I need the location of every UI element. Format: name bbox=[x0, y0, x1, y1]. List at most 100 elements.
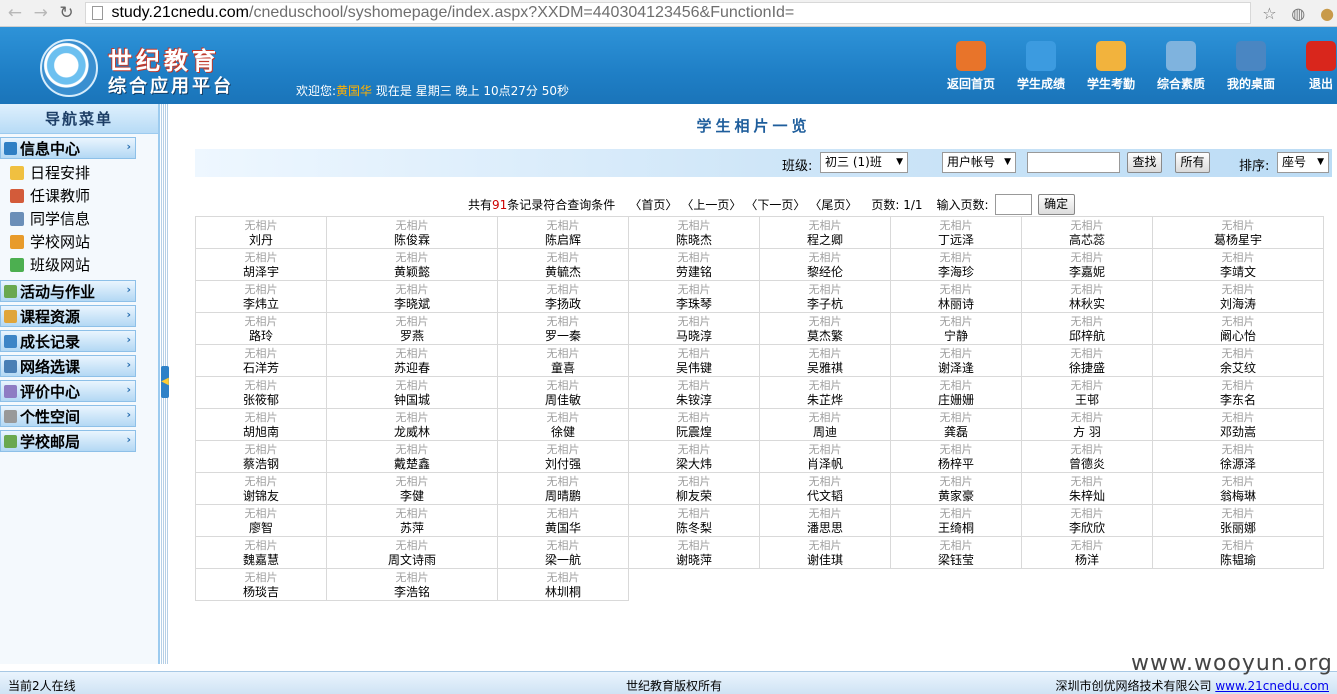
student-cell[interactable]: 无相片 龚磊 bbox=[890, 408, 1022, 441]
student-cell[interactable]: 无相片 李嘉妮 bbox=[1021, 248, 1153, 281]
student-cell[interactable]: 无相片 魏嘉慧 bbox=[195, 536, 327, 569]
student-cell[interactable]: 无相片 陈韫瑜 bbox=[1152, 536, 1324, 569]
page-number-input[interactable] bbox=[994, 194, 1032, 215]
student-cell[interactable]: 无相片 李子杭 bbox=[759, 280, 891, 313]
nav-quality[interactable]: 综合素质 bbox=[1148, 41, 1214, 92]
nav-power[interactable]: 退出 bbox=[1288, 41, 1337, 92]
student-name[interactable]: 朱铵淳 bbox=[629, 393, 759, 408]
student-name[interactable]: 魏嘉慧 bbox=[196, 553, 326, 568]
student-cell[interactable]: 无相片 李晓斌 bbox=[326, 280, 498, 313]
student-name[interactable]: 刘丹 bbox=[196, 233, 326, 248]
student-cell[interactable]: 无相片 谢锦友 bbox=[195, 472, 327, 505]
student-name[interactable]: 邓劲嵩 bbox=[1153, 425, 1323, 440]
student-cell[interactable]: 无相片 阮震煌 bbox=[628, 408, 760, 441]
student-name[interactable]: 莫杰繁 bbox=[760, 329, 890, 344]
student-name[interactable]: 龙威林 bbox=[327, 425, 497, 440]
student-cell[interactable]: 无相片 邓劲嵩 bbox=[1152, 408, 1324, 441]
student-cell[interactable]: 无相片 路玲 bbox=[195, 312, 327, 345]
student-cell[interactable]: 无相片 胡旭南 bbox=[195, 408, 327, 441]
student-name[interactable]: 徐捷盛 bbox=[1022, 361, 1152, 376]
student-name[interactable]: 周佳敏 bbox=[498, 393, 628, 408]
first-page-link[interactable]: 〈首页〉 bbox=[629, 196, 677, 213]
student-name[interactable]: 龚磊 bbox=[891, 425, 1021, 440]
student-name[interactable]: 吴伟键 bbox=[629, 361, 759, 376]
student-name[interactable]: 黄颖懿 bbox=[327, 265, 497, 280]
student-cell[interactable]: 无相片 周文诗雨 bbox=[326, 536, 498, 569]
back-arrow-icon[interactable]: ← bbox=[4, 2, 26, 24]
student-cell[interactable]: 无相片 张丽娜 bbox=[1152, 504, 1324, 537]
student-name[interactable]: 徐健 bbox=[498, 425, 628, 440]
student-cell[interactable]: 无相片 李欣欣 bbox=[1021, 504, 1153, 537]
student-cell[interactable]: 无相片 李炜立 bbox=[195, 280, 327, 313]
student-cell[interactable]: 无相片 李浩铭 bbox=[326, 568, 498, 601]
nav-home[interactable]: 返回首页 bbox=[938, 41, 1004, 92]
student-cell[interactable]: 无相片 高芯蕊 bbox=[1021, 216, 1153, 249]
student-name[interactable]: 谢锦友 bbox=[196, 489, 326, 504]
student-cell[interactable]: 无相片 徐源泽 bbox=[1152, 440, 1324, 473]
student-cell[interactable]: 无相片 廖智 bbox=[195, 504, 327, 537]
student-cell[interactable]: 无相片 梁钰莹 bbox=[890, 536, 1022, 569]
goto-page-button[interactable]: 确定 bbox=[1037, 194, 1075, 215]
student-cell[interactable]: 无相片 朱铵淳 bbox=[628, 376, 760, 409]
student-cell[interactable]: 无相片 徐健 bbox=[497, 408, 629, 441]
student-cell[interactable]: 无相片 林秋实 bbox=[1021, 280, 1153, 313]
student-cell[interactable]: 无相片 刘付强 bbox=[497, 440, 629, 473]
student-cell[interactable]: 无相片 陈冬梨 bbox=[628, 504, 760, 537]
student-cell[interactable]: 无相片 黄家豪 bbox=[890, 472, 1022, 505]
student-cell[interactable]: 无相片 黄国华 bbox=[497, 504, 629, 537]
student-cell[interactable]: 无相片 肖泽帆 bbox=[759, 440, 891, 473]
student-cell[interactable]: 无相片 柳友荣 bbox=[628, 472, 760, 505]
student-name[interactable]: 余艾纹 bbox=[1153, 361, 1323, 376]
collapse-sidebar-icon[interactable]: ◀ bbox=[161, 366, 169, 398]
student-name[interactable]: 钟国城 bbox=[327, 393, 497, 408]
student-name[interactable]: 王邨 bbox=[1022, 393, 1152, 408]
student-cell[interactable]: 无相片 莫杰繁 bbox=[759, 312, 891, 345]
student-cell[interactable]: 无相片 蔡浩钢 bbox=[195, 440, 327, 473]
student-name[interactable]: 刘付强 bbox=[498, 457, 628, 472]
student-cell[interactable]: 无相片 梁大炜 bbox=[628, 440, 760, 473]
globe-icon[interactable]: ◍ bbox=[1288, 3, 1308, 23]
nav-desktop[interactable]: 我的桌面 bbox=[1218, 41, 1284, 92]
address-bar[interactable]: study.21cnedu.com/cneduschool/syshomepag… bbox=[85, 2, 1251, 24]
student-cell[interactable]: 无相片 李靖文 bbox=[1152, 248, 1324, 281]
student-cell[interactable]: 无相片 马晓淳 bbox=[628, 312, 760, 345]
student-name[interactable]: 丁远泽 bbox=[891, 233, 1021, 248]
student-cell[interactable]: 无相片 葛杨星宇 bbox=[1152, 216, 1324, 249]
student-cell[interactable]: 无相片 钟国城 bbox=[326, 376, 498, 409]
student-name[interactable]: 梁大炜 bbox=[629, 457, 759, 472]
student-cell[interactable]: 无相片 周迪 bbox=[759, 408, 891, 441]
student-cell[interactable]: 无相片 罗一秦 bbox=[497, 312, 629, 345]
student-cell[interactable]: 无相片 李健 bbox=[326, 472, 498, 505]
student-cell[interactable]: 无相片 朱梓灿 bbox=[1021, 472, 1153, 505]
student-cell[interactable]: 无相片 陈启辉 bbox=[497, 216, 629, 249]
student-cell[interactable]: 无相片 李扬政 bbox=[497, 280, 629, 313]
student-cell[interactable]: 无相片 黄毓杰 bbox=[497, 248, 629, 281]
student-name[interactable]: 陈冬梨 bbox=[629, 521, 759, 536]
student-cell[interactable]: 无相片 朱芷烨 bbox=[759, 376, 891, 409]
student-name[interactable]: 肖泽帆 bbox=[760, 457, 890, 472]
student-cell[interactable]: 无相片 李海珍 bbox=[890, 248, 1022, 281]
bookmark-star-icon[interactable]: ☆ bbox=[1260, 3, 1280, 23]
student-name[interactable]: 李珠琴 bbox=[629, 297, 759, 312]
student-cell[interactable]: 无相片 谢晓萍 bbox=[628, 536, 760, 569]
student-cell[interactable]: 无相片 杨琰吉 bbox=[195, 568, 327, 601]
student-name[interactable]: 李东名 bbox=[1153, 393, 1323, 408]
student-name[interactable]: 张丽娜 bbox=[1153, 521, 1323, 536]
student-name[interactable]: 谢佳琪 bbox=[760, 553, 890, 568]
student-cell[interactable]: 无相片 杨洋 bbox=[1021, 536, 1153, 569]
nav-attendance[interactable]: 学生考勤 bbox=[1078, 41, 1144, 92]
student-name[interactable]: 谢泽逢 bbox=[891, 361, 1021, 376]
student-name[interactable]: 陈启辉 bbox=[498, 233, 628, 248]
company-link[interactable]: www.21cnedu.com bbox=[1215, 679, 1329, 693]
sidebar-item-2[interactable]: 同学信息 bbox=[0, 207, 158, 230]
student-cell[interactable]: 无相片 周晴鹏 bbox=[497, 472, 629, 505]
sidebar-menu-4[interactable]: 网络选课 › bbox=[0, 355, 136, 377]
sidebar-item-4[interactable]: 班级网站 bbox=[0, 253, 158, 276]
student-name[interactable]: 李子杭 bbox=[760, 297, 890, 312]
sidebar-item-3[interactable]: 学校网站 bbox=[0, 230, 158, 253]
student-name[interactable]: 李欣欣 bbox=[1022, 521, 1152, 536]
student-cell[interactable]: 无相片 胡泽宇 bbox=[195, 248, 327, 281]
student-cell[interactable]: 无相片 余艾纹 bbox=[1152, 344, 1324, 377]
student-name[interactable]: 路玲 bbox=[196, 329, 326, 344]
student-name[interactable]: 李扬政 bbox=[498, 297, 628, 312]
